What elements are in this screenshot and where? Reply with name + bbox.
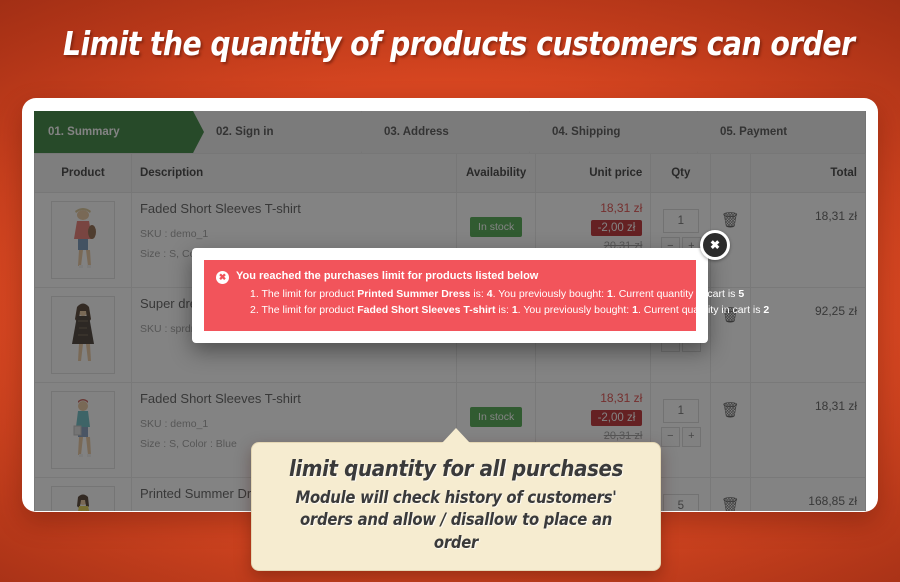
header-total: Total [749, 153, 866, 193]
step-summary[interactable]: 01. Summary [34, 111, 204, 153]
quantity-stepper: − + [659, 427, 702, 447]
item-mid: is: [495, 304, 512, 317]
step-label: 04. Shipping [552, 126, 621, 138]
checkout-breadcrumb: 01. Summary 02. Sign in 03. Address 04. … [34, 111, 866, 153]
item-prefix: 1. The limit for product [250, 288, 358, 300]
purchase-limit-dialog: ✖ You reached the purchases limit for pr… [192, 248, 769, 343]
cell-product-thumb[interactable] [34, 477, 132, 511]
item-cart-label: . Current quantity in cart is [637, 304, 764, 317]
quantity-input[interactable]: 1 [662, 399, 699, 423]
trash-icon[interactable]: 🗑 [721, 211, 740, 229]
close-icon[interactable]: ✖ [700, 230, 730, 260]
product-thumbnail [50, 391, 115, 469]
step-sign-in[interactable]: 02. Sign in [194, 111, 372, 153]
row-total: 18,31 zł [814, 209, 857, 223]
table-header-row: Product Description Availability Unit pr… [34, 153, 866, 193]
product-name[interactable]: Faded Short Sleeves T-shirt [140, 201, 448, 216]
header-blank [710, 153, 751, 193]
error-title: You reached the purchases limit for prod… [236, 270, 539, 282]
header-product: Product [34, 153, 132, 193]
unit-price: 18,31 zł [600, 201, 643, 215]
item-prefix: 2. The limit for product [250, 304, 358, 317]
item-cart-label: . Current quantity in cart is [612, 288, 739, 300]
step-label: 02. Sign in [216, 126, 274, 138]
model-image-1 [51, 202, 114, 278]
product-thumbnail [50, 201, 115, 279]
page-title: Limit the quantity of products customers… [63, 24, 855, 63]
item-cart: 2 [763, 304, 770, 317]
cell-total: 168,85 zł [749, 477, 866, 511]
header-availability: Availability [456, 153, 536, 193]
unit-price: 18,31 zł [600, 391, 643, 405]
cell-total: 18,31 zł [749, 192, 866, 288]
error-circle-icon: ✖ [216, 271, 229, 284]
step-address[interactable]: 03. Address [362, 111, 540, 153]
feature-callout: limit quantity for all purchases Module … [251, 428, 661, 571]
header-unit-price: Unit price [534, 153, 652, 193]
step-label: 01. Summary [48, 126, 120, 138]
item-product: Faded Short Sleeves T-shirt [357, 304, 496, 317]
error-item-list: 1. The limit for product Printed Summer … [216, 286, 769, 319]
product-sku: SKU : demo_1 [139, 228, 209, 240]
list-item: 1. The limit for product Printed Summer … [250, 286, 744, 302]
step-shipping[interactable]: 04. Shipping [530, 111, 708, 153]
item-bought-label: . You previously bought: [517, 304, 633, 317]
trash-icon[interactable]: 🗑 [721, 401, 740, 419]
cell-product-thumb[interactable] [34, 192, 132, 288]
status-badge: In stock [470, 217, 523, 237]
item-product: Printed Summer Dress [357, 288, 471, 300]
row-total: 18,31 zł [814, 399, 857, 413]
header-qty: Qty [650, 153, 712, 193]
step-label: 03. Address [384, 126, 449, 138]
error-message-panel: ✖ You reached the purchases limit for pr… [204, 260, 769, 331]
row-total: 92,25 zł [814, 304, 857, 318]
step-payment[interactable]: 05. Payment [698, 111, 866, 153]
cell-delete: 🗑 [710, 287, 751, 383]
item-bought-label: . You previously bought: [492, 288, 608, 300]
model-image-4 [51, 487, 114, 511]
product-name[interactable]: Faded Short Sleeves T-shirt [140, 391, 448, 406]
step-label: 05. Payment [720, 126, 788, 138]
status-badge: In stock [470, 407, 523, 427]
header-description: Description [130, 153, 458, 193]
qty-increase-button[interactable]: + [681, 427, 701, 447]
qty-decrease-button[interactable]: − [660, 427, 680, 447]
discount-badge: -2,00 zł [590, 220, 643, 236]
quantity-input[interactable]: 5 [662, 494, 699, 511]
model-image-2 [51, 297, 114, 373]
cell-product-thumb[interactable] [34, 287, 132, 383]
trash-icon[interactable]: 🗑 [721, 496, 740, 511]
callout-line-2: orders and allow / disallow to place an … [299, 510, 613, 552]
model-image-3 [51, 392, 114, 468]
list-item: 2. The limit for product Faded Short Sle… [250, 302, 769, 318]
discount-badge: -2,00 zł [590, 410, 643, 426]
cell-total: 18,31 zł [749, 382, 866, 478]
cell-total: 92,25 zł [749, 287, 866, 383]
cell-delete: 🗑 [710, 382, 751, 478]
error-heading: ✖ You reached the purchases limit for pr… [216, 270, 684, 284]
product-thumbnail [50, 296, 115, 374]
cell-product-thumb[interactable] [34, 382, 132, 478]
product-thumbnail [50, 486, 115, 511]
callout-title: limit quantity for all purchases [288, 457, 624, 482]
row-total: 168,85 zł [808, 494, 857, 508]
callout-line-1: Module will check history of customers' [295, 488, 617, 507]
old-price: 20,31 zł [603, 430, 643, 442]
product-sku: SKU : demo_1 [139, 418, 209, 430]
cell-delete: 🗑 [710, 477, 751, 511]
quantity-input[interactable]: 1 [662, 209, 699, 233]
item-mid: is: [470, 288, 487, 300]
item-cart: 5 [738, 288, 745, 300]
